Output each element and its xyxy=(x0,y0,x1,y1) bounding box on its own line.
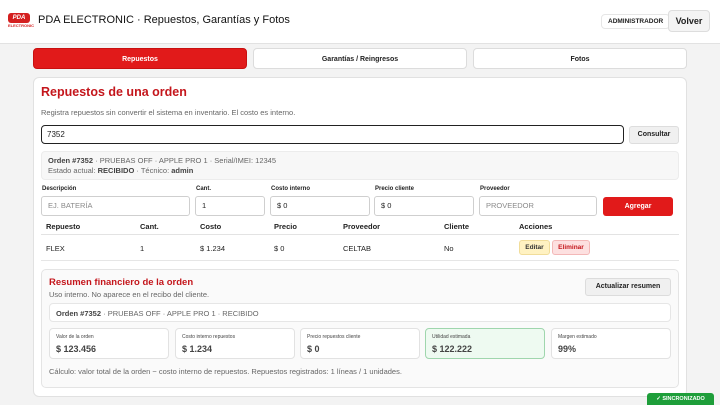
section-title: Repuestos de una orden xyxy=(41,85,187,99)
kpi-label: Precio repuestos cliente xyxy=(307,334,361,340)
summary-order-line: Orden #7352 · PRUEBAS OFF · APPLE PRO 1 … xyxy=(56,309,259,318)
row-supplier: CELTAB xyxy=(343,244,372,253)
kpi-estimated-margin: Margen estimado 99% xyxy=(551,328,671,359)
order-number: Orden #7352 xyxy=(48,156,94,165)
delete-button[interactable]: Eliminar xyxy=(552,240,590,255)
kpi-label: Costo interno repuestos xyxy=(182,334,236,340)
tech-prefix: · Técnico: xyxy=(134,166,172,175)
app-title: PDA ELECTRONIC · Repuestos, Garantías y … xyxy=(38,14,290,26)
summary-subtitle: Uso interno. No aparece en el recibo del… xyxy=(49,290,210,299)
column-header-cost: Costo xyxy=(200,222,222,231)
kpi-value: $ 1.234 xyxy=(182,344,213,354)
table-header-divider xyxy=(41,234,679,235)
column-header-actions: Acciones xyxy=(519,222,553,231)
description-input[interactable]: EJ. BATERÍA xyxy=(41,196,190,216)
state-prefix: Estado actual: xyxy=(48,166,98,175)
row-part: FLEX xyxy=(46,244,65,253)
quantity-label: Cant. xyxy=(196,186,211,192)
back-button[interactable]: Volver xyxy=(668,10,710,32)
tab-repuestos[interactable]: Repuestos xyxy=(33,48,247,69)
description-label: Descripción xyxy=(42,186,77,192)
order-state: RECIBIDO xyxy=(97,166,135,175)
quantity-input[interactable]: 1 xyxy=(195,196,265,216)
consult-button[interactable]: Consultar xyxy=(629,126,679,144)
summary-order-box: Orden #7352 · PRUEBAS OFF · APPLE PRO 1 … xyxy=(49,303,671,322)
kpi-order-value: Valor de la orden $ 123.456 xyxy=(49,328,169,359)
kpi-value: 99% xyxy=(558,344,577,354)
supplier-label: Proveedor xyxy=(480,186,510,192)
kpi-label: Valor de la orden xyxy=(56,334,94,340)
row-qty: 1 xyxy=(140,244,145,253)
section-subtitle: Registra repuestos sin convertir el sist… xyxy=(41,108,296,117)
summary-order-details: · PRUEBAS OFF · APPLE PRO 1 · RECIBIDO xyxy=(101,309,259,318)
column-header-part: Repuesto xyxy=(46,222,81,231)
client-price-input[interactable]: $ 0 xyxy=(374,196,474,216)
cost-input[interactable]: $ 0 xyxy=(270,196,370,216)
kpi-value: $ 123.456 xyxy=(56,344,97,354)
top-bar: PDA ELECTRONIC PDA ELECTRONIC · Repuesto… xyxy=(0,0,720,44)
cost-label: Costo interno xyxy=(271,186,310,192)
sync-status-badge: ✓ SINCRONIZADO xyxy=(647,393,714,405)
summary-title: Resumen financiero de la orden xyxy=(49,277,194,288)
company-logo: PDA ELECTRONIC xyxy=(8,13,34,30)
tab-garantias[interactable]: Garantías / Reingresos xyxy=(253,48,467,69)
logo-subtext: ELECTRONIC xyxy=(8,23,34,28)
kpi-internal-cost: Costo interno repuestos $ 1.234 xyxy=(175,328,295,359)
column-header-client: Cliente xyxy=(444,222,470,231)
kpi-value: $ 0 xyxy=(307,344,320,354)
column-header-qty: Cant. xyxy=(140,222,159,231)
order-details: · PRUEBAS OFF · APPLE PRO 1 · Serial/IME… xyxy=(93,156,277,165)
supplier-input[interactable]: PROVEEDOR xyxy=(479,196,597,216)
kpi-value: $ 122.222 xyxy=(432,344,473,354)
tab-fotos[interactable]: Fotos xyxy=(473,48,687,69)
row-client: No xyxy=(444,244,454,253)
order-info-box: Orden #7352 · PRUEBAS OFF · APPLE PRO 1 … xyxy=(41,151,679,180)
logo-badge: PDA xyxy=(8,13,30,23)
client-price-label: Precio cliente xyxy=(375,186,415,192)
column-header-supplier: Proveedor xyxy=(343,222,381,231)
order-info-line: Orden #7352 · PRUEBAS OFF · APPLE PRO 1 … xyxy=(48,156,276,165)
kpi-client-price: Precio repuestos cliente $ 0 xyxy=(300,328,420,359)
table-row-divider xyxy=(41,260,679,261)
description-placeholder: EJ. BATERÍA xyxy=(48,201,93,210)
kpi-label: Utilidad estimada xyxy=(432,334,471,340)
order-technician: admin xyxy=(171,166,194,175)
row-price: $ 0 xyxy=(274,244,285,253)
kpi-label: Margen estimado xyxy=(558,334,597,340)
add-part-button[interactable]: Agregar xyxy=(603,197,673,216)
supplier-placeholder: PROVEEDOR xyxy=(486,201,534,210)
row-cost: $ 1.234 xyxy=(200,244,226,253)
order-state-line: Estado actual: RECIBIDO · Técnico: admin xyxy=(48,166,193,175)
calculation-note: Cálculo: valor total de la orden − costo… xyxy=(49,367,402,376)
edit-button[interactable]: Editar xyxy=(519,240,550,255)
column-header-price: Precio xyxy=(274,222,297,231)
kpi-estimated-profit: Utilidad estimada $ 122.222 xyxy=(425,328,545,359)
role-badge: ADMINISTRADOR xyxy=(601,14,671,29)
order-search-input[interactable] xyxy=(41,125,624,144)
summary-order-number: Orden #7352 xyxy=(56,309,102,318)
refresh-summary-button[interactable]: Actualizar resumen xyxy=(585,278,671,296)
